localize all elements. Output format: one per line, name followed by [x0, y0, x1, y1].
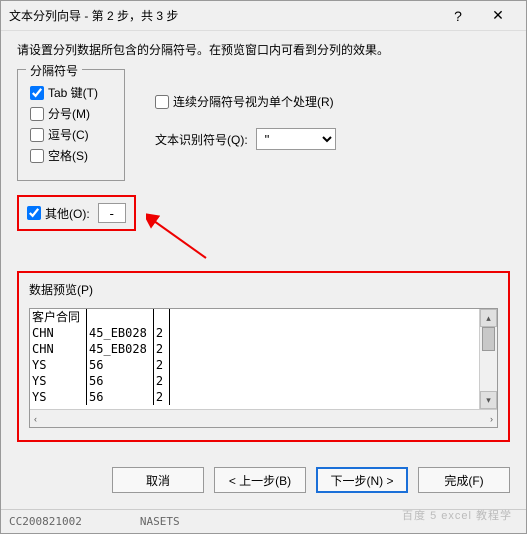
table-cell: 45_EB028	[87, 325, 154, 341]
annotation-arrow	[146, 213, 216, 263]
vertical-scrollbar[interactable]: ▴ ▾	[479, 309, 497, 409]
table-cell: 56	[87, 389, 154, 405]
table-header-cell: 客户合同	[30, 309, 87, 325]
consecutive-checkbox[interactable]	[155, 95, 169, 109]
horizontal-scrollbar[interactable]: ‹›	[30, 409, 497, 427]
scroll-thumb[interactable]	[482, 327, 495, 351]
table-cell: 2	[154, 341, 170, 357]
dialog-title: 文本分列向导 - 第 2 步，共 3 步	[9, 7, 438, 24]
preview-label: 数据预览(P)	[29, 281, 498, 298]
scroll-down-button[interactable]: ▾	[480, 391, 497, 409]
table-header-cell	[154, 309, 170, 325]
preview-highlight-box: 数据预览(P) 客户合同CHN45_EB0282CHN45_EB0282YS56…	[17, 271, 510, 442]
qualifier-select[interactable]: "	[256, 128, 336, 150]
finish-button[interactable]: 完成(F)	[418, 467, 510, 493]
instruction-text: 请设置分列数据所包含的分隔符号。在预览窗口内可看到分列的效果。	[17, 41, 510, 59]
other-input[interactable]	[98, 203, 126, 223]
table-cell: YS	[30, 389, 87, 405]
table-cell: CHN	[30, 325, 87, 341]
back-button[interactable]: < 上一步(B)	[214, 467, 306, 493]
space-label: 空格(S)	[48, 147, 88, 164]
consecutive-label: 连续分隔符号视为单个处理(R)	[173, 93, 334, 110]
table-header-cell	[87, 309, 154, 325]
table-cell: YS	[30, 373, 87, 389]
preview-area: 客户合同CHN45_EB0282CHN45_EB0282YS562YS562YS…	[29, 308, 498, 428]
watermark: 百度 5 excel 教程学	[402, 507, 512, 523]
table-cell: YS	[30, 357, 87, 373]
comma-label: 逗号(C)	[48, 126, 89, 143]
table-row: YS562	[30, 389, 170, 405]
help-button[interactable]: ?	[438, 2, 478, 30]
qualifier-label: 文本识别符号(Q):	[155, 131, 248, 148]
delimiters-fieldset: 分隔符号 Tab 键(T) 分号(M) 逗号(C) 空格(S)	[17, 69, 125, 181]
comma-checkbox[interactable]	[30, 128, 44, 142]
table-row: CHN45_EB0282	[30, 325, 170, 341]
table-cell: 56	[87, 373, 154, 389]
delimiters-legend: 分隔符号	[26, 62, 82, 79]
table-cell: 2	[154, 389, 170, 405]
table-cell: CHN	[30, 341, 87, 357]
table-cell: 56	[87, 357, 154, 373]
table-cell: 2	[154, 325, 170, 341]
table-cell: 2	[154, 373, 170, 389]
other-checkbox[interactable]	[27, 206, 41, 220]
tab-label: Tab 键(T)	[48, 84, 98, 101]
scroll-up-button[interactable]: ▴	[480, 309, 497, 327]
table-cell: 45_EB028	[87, 341, 154, 357]
other-label: 其他(O):	[45, 205, 90, 222]
cancel-button[interactable]: 取消	[112, 467, 204, 493]
table-row: YS562	[30, 357, 170, 373]
other-highlight-box: 其他(O):	[17, 195, 136, 231]
table-row: CHN45_EB0282	[30, 341, 170, 357]
next-button[interactable]: 下一步(N) >	[316, 467, 408, 493]
semicolon-checkbox[interactable]	[30, 107, 44, 121]
table-cell: 2	[154, 357, 170, 373]
close-button[interactable]: ✕	[478, 2, 518, 30]
space-checkbox[interactable]	[30, 149, 44, 163]
table-row: YS562	[30, 373, 170, 389]
tab-checkbox[interactable]	[30, 86, 44, 100]
semicolon-label: 分号(M)	[48, 105, 90, 122]
